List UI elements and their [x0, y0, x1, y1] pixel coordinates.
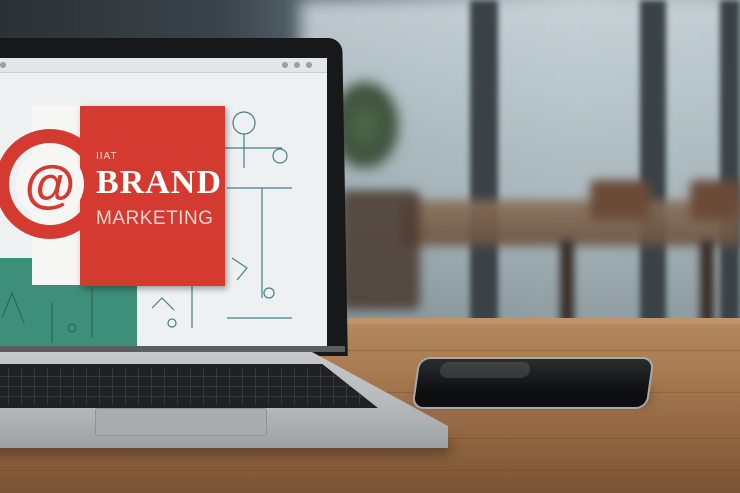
card-subheadline: MARKETING	[96, 208, 214, 229]
laptop-hinge	[0, 346, 345, 352]
photo-scene: @ ІІАТ BRAND MARKETING	[0, 0, 740, 493]
card-headline: BRAND	[96, 164, 222, 201]
window-frame	[470, 0, 498, 360]
laptop-trackpad	[95, 408, 267, 436]
background-chair	[590, 180, 650, 220]
laptop-screen: @ ІІАТ BRAND MARKETING	[0, 58, 327, 348]
browser-toolbar	[0, 58, 327, 73]
toolbar-icon	[306, 62, 312, 68]
phone-glare	[438, 362, 532, 378]
laptop-keyboard	[0, 364, 378, 408]
background-chair	[690, 180, 740, 220]
background-chair	[340, 190, 420, 310]
toolbar-icon	[294, 62, 300, 68]
toolbar-icon	[282, 62, 288, 68]
at-sign-icon: @	[0, 129, 105, 239]
window-dot-icon	[0, 62, 6, 68]
svg-text:@: @	[25, 156, 76, 214]
card-small-text: ІІАТ	[96, 151, 118, 162]
wood-grain	[0, 470, 740, 471]
